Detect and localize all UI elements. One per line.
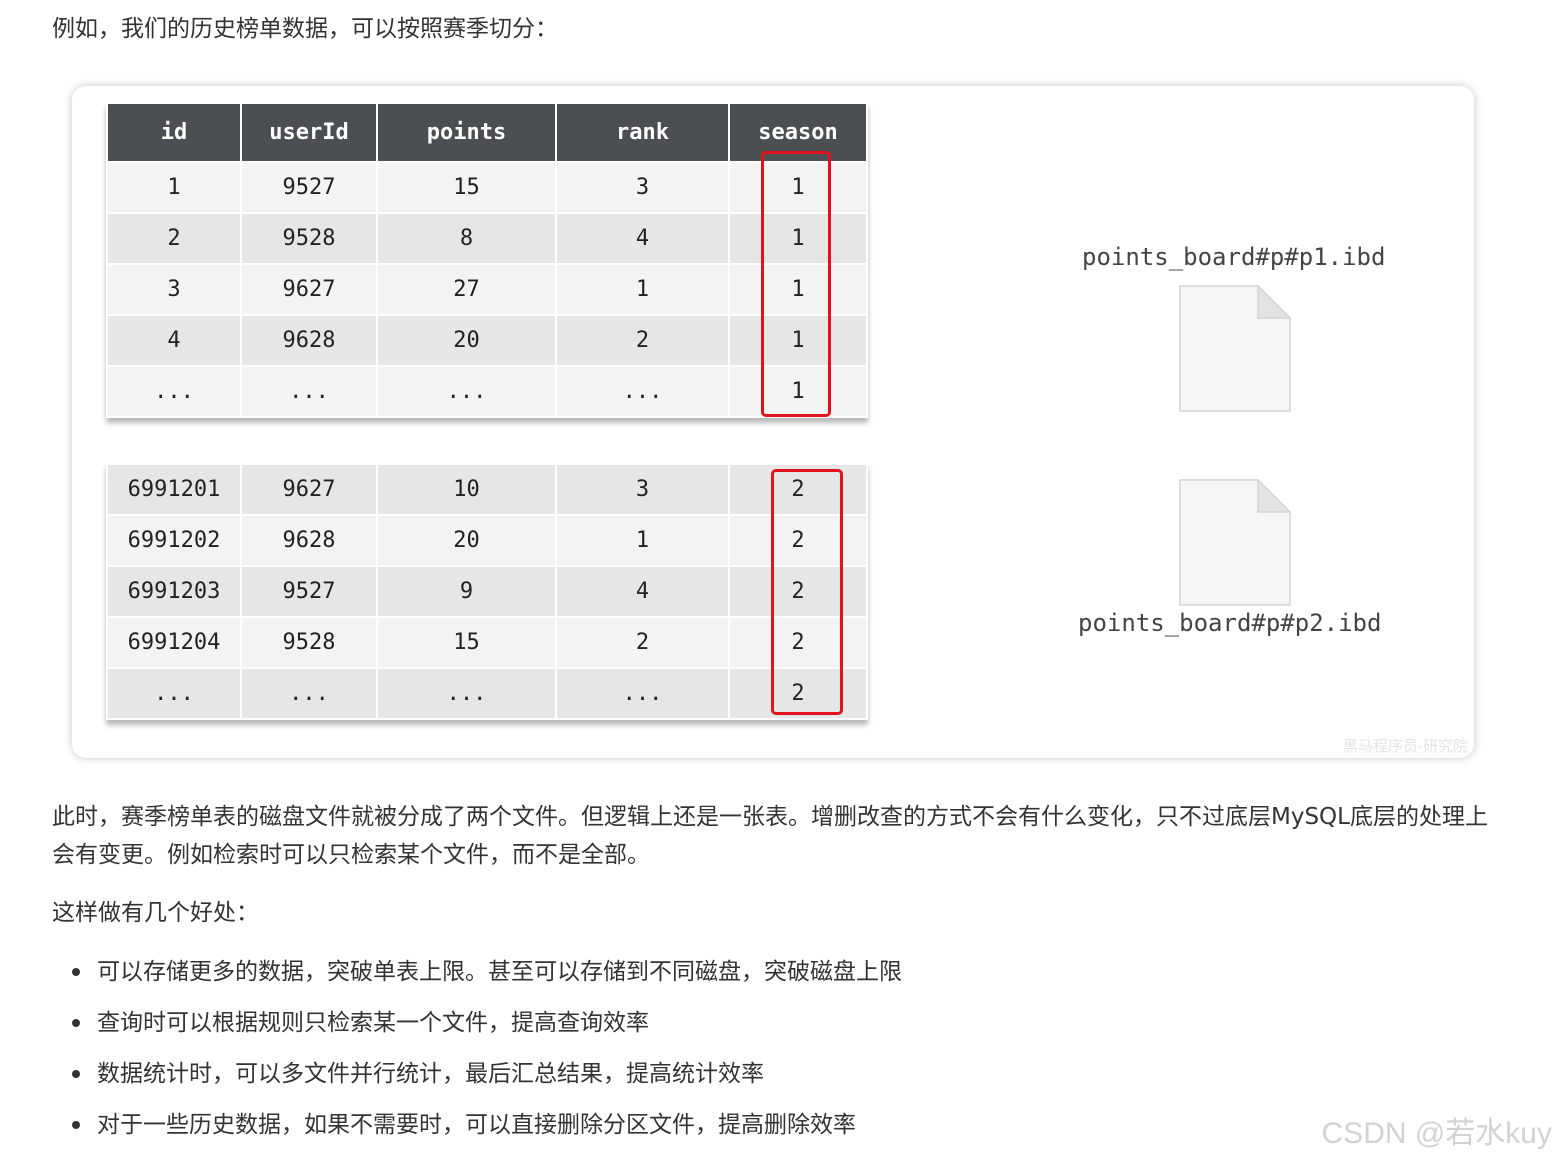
- cell-userid: ...: [240, 667, 378, 720]
- cell-id: 6991204: [106, 616, 242, 669]
- list-item: 数据统计时，可以多文件并行统计，最后汇总结果，提高统计效率: [70, 1052, 902, 1103]
- cell-rank: ...: [555, 667, 730, 720]
- header-id: id: [106, 102, 242, 163]
- cell-rank: 3: [555, 161, 730, 214]
- intro-text: 例如，我们的历史榜单数据，可以按照赛季切分：: [52, 16, 558, 42]
- cell-id: 1: [106, 161, 242, 214]
- list-item-text: 数据统计时，可以多文件并行统计，最后汇总结果，提高统计效率: [97, 1061, 764, 1087]
- bullet-icon: [72, 1121, 80, 1129]
- cell-userid: ...: [240, 365, 378, 418]
- cell-userid: 9627: [240, 263, 378, 316]
- header-userid: userId: [240, 102, 378, 163]
- cell-id: 6991202: [106, 514, 242, 567]
- benefits-intro: 这样做有几个好处：: [52, 900, 259, 926]
- cell-rank: 2: [555, 616, 730, 669]
- cell-rank: 2: [555, 314, 730, 367]
- table-row: 6991201 9627 10 3 2: [106, 463, 868, 516]
- bullet-icon: [72, 1070, 80, 1078]
- table-row: 3 9627 27 1 1: [106, 263, 868, 316]
- cell-points: 15: [376, 616, 557, 669]
- cell-points: 10: [376, 463, 557, 516]
- cell-points: 15: [376, 161, 557, 214]
- explanation-paragraph: 此时，赛季榜单表的磁盘文件就被分成了两个文件。但逻辑上还是一张表。增删改查的方式…: [52, 804, 1488, 868]
- partition-table-season-1: id userId points rank season 1 9527 15 3…: [106, 102, 868, 418]
- table-row: 6991204 9528 15 2 2: [106, 616, 868, 669]
- cell-rank: 1: [555, 263, 730, 316]
- list-item-text: 查询时可以根据规则只检索某一个文件，提高查询效率: [97, 1010, 649, 1036]
- cell-userid: 9627: [240, 463, 378, 516]
- cell-userid: 9528: [240, 616, 378, 669]
- file-name-p1: points_board#p#p1.ibd: [1082, 243, 1386, 271]
- document-file-icon: [1179, 285, 1291, 412]
- cell-points: 20: [376, 514, 557, 567]
- partition-figure: id userId points rank season 1 9527 15 3…: [72, 86, 1474, 758]
- cell-rank: 3: [555, 463, 730, 516]
- cell-id: ...: [106, 365, 242, 418]
- file-name-p2: points_board#p#p2.ibd: [1078, 609, 1382, 637]
- season-2-highlight-box: [771, 469, 843, 715]
- list-item: 可以存储更多的数据，突破单表上限。甚至可以存储到不同磁盘，突破磁盘上限: [70, 950, 902, 1001]
- cell-userid: 9628: [240, 314, 378, 367]
- cell-id: 6991201: [106, 463, 242, 516]
- table-header-row: id userId points rank season: [106, 102, 868, 163]
- cell-userid: 9527: [240, 565, 378, 618]
- table-row: 4 9628 20 2 1: [106, 314, 868, 367]
- csdn-watermark: CSDN @若水kuy: [1321, 1117, 1552, 1150]
- list-item-text: 对于一些历史数据，如果不需要时，可以直接删除分区文件，提高删除效率: [97, 1112, 856, 1138]
- cell-points: ...: [376, 365, 557, 418]
- bullet-icon: [72, 1019, 80, 1027]
- cell-id: 3: [106, 263, 242, 316]
- cell-id: ...: [106, 667, 242, 720]
- cell-rank: ...: [555, 365, 730, 418]
- header-points: points: [376, 102, 557, 163]
- cell-rank: 4: [555, 565, 730, 618]
- table-row: 1 9527 15 3 1: [106, 161, 868, 214]
- table-row: 6991202 9628 20 1 2: [106, 514, 868, 567]
- table-row: ... ... ... ... 1: [106, 365, 868, 418]
- cell-userid: 9628: [240, 514, 378, 567]
- cell-id: 2: [106, 212, 242, 265]
- cell-points: ...: [376, 667, 557, 720]
- table-row: 6991203 9527 9 4 2: [106, 565, 868, 618]
- figure-watermark: 黑马程序员-研究院: [1342, 737, 1468, 755]
- cell-id: 4: [106, 314, 242, 367]
- cell-points: 27: [376, 263, 557, 316]
- header-rank: rank: [555, 102, 730, 163]
- cell-userid: 9527: [240, 161, 378, 214]
- cell-userid: 9528: [240, 212, 378, 265]
- cell-points: 9: [376, 565, 557, 618]
- cell-points: 20: [376, 314, 557, 367]
- cell-rank: 1: [555, 514, 730, 567]
- table-row: ... ... ... ... 2: [106, 667, 868, 720]
- document-file-icon: [1179, 479, 1291, 606]
- cell-id: 6991203: [106, 565, 242, 618]
- cell-points: 8: [376, 212, 557, 265]
- bullet-icon: [72, 968, 80, 976]
- list-item: 对于一些历史数据，如果不需要时，可以直接删除分区文件，提高删除效率: [70, 1103, 902, 1154]
- partition-table-season-2: 6991201 9627 10 3 2 6991202 9628 20 1 2 …: [106, 463, 868, 720]
- benefits-list: 可以存储更多的数据，突破单表上限。甚至可以存储到不同磁盘，突破磁盘上限 查询时可…: [70, 950, 902, 1154]
- season-1-highlight-box: [761, 151, 831, 417]
- table-row: 2 9528 8 4 1: [106, 212, 868, 265]
- cell-rank: 4: [555, 212, 730, 265]
- list-item-text: 可以存储更多的数据，突破单表上限。甚至可以存储到不同磁盘，突破磁盘上限: [97, 959, 902, 985]
- list-item: 查询时可以根据规则只检索某一个文件，提高查询效率: [70, 1001, 902, 1052]
